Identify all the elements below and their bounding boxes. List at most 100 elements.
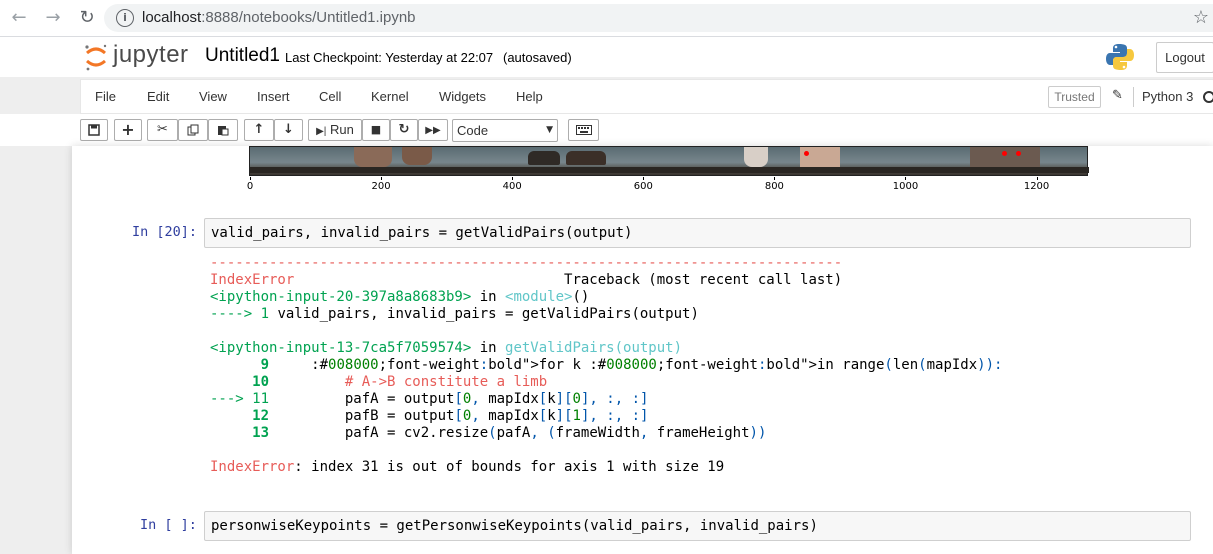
plus-icon: + xyxy=(121,120,135,139)
line-number: 9 xyxy=(210,357,278,373)
x-axis-tick-label: 400 xyxy=(502,181,522,192)
x-axis-tick-label: 800 xyxy=(764,181,784,192)
back-arrow-icon[interactable]: ← xyxy=(8,8,30,28)
kernel-name: Python 3 xyxy=(1142,89,1194,104)
autosave-status: (autosaved) xyxy=(503,50,572,65)
traceback-output: ----------------------------------------… xyxy=(210,255,1002,476)
restart-icon: ↻ xyxy=(398,122,410,137)
move-up-button[interactable]: ↑ xyxy=(244,119,274,141)
caret-down-icon: ▼ xyxy=(546,125,553,135)
star-icon[interactable]: ☆ xyxy=(1193,7,1209,28)
menu-cell[interactable]: Cell xyxy=(319,89,341,104)
divider xyxy=(1133,87,1134,107)
line-number-current: ---> 11 xyxy=(210,391,278,407)
restart-button[interactable]: ↻ xyxy=(390,119,418,141)
pencil-icon[interactable]: ✎ xyxy=(1112,88,1123,103)
keypoint-marker xyxy=(804,151,809,156)
trusted-badge[interactable]: Trusted xyxy=(1048,86,1101,108)
image-region xyxy=(354,147,392,167)
traceback-label: Traceback (most recent call last) xyxy=(564,272,843,288)
x-axis-tick-label: 1000 xyxy=(892,181,919,192)
x-axis-tick xyxy=(905,177,907,180)
traceback-line: :#008000;font-weight:bold">for k :#00800… xyxy=(311,357,1003,373)
run-label: Run xyxy=(330,122,354,137)
traceback-separator: ----------------------------------------… xyxy=(210,255,843,271)
menu-kernel[interactable]: Kernel xyxy=(371,89,409,104)
traceback-comment: # A->B constitute a limb xyxy=(277,374,548,390)
traceback-frame-file: <ipython-input-13-7ca5f7059574> xyxy=(210,340,472,356)
arrow-up-icon: ↑ xyxy=(253,122,265,137)
paste-button[interactable] xyxy=(208,119,238,141)
error-name: IndexError xyxy=(210,459,295,475)
copy-button[interactable] xyxy=(178,119,208,141)
code-text[interactable]: valid_pairs, invalid_pairs = getValidPai… xyxy=(211,225,632,241)
code-cell-input[interactable]: valid_pairs, invalid_pairs = getValidPai… xyxy=(204,218,1191,248)
line-number: 12 xyxy=(210,408,278,424)
add-cell-button[interactable]: + xyxy=(114,119,142,141)
command-palette-button[interactable] xyxy=(568,119,599,141)
reload-icon[interactable]: ↻ xyxy=(76,8,98,28)
logout-button[interactable]: Logout xyxy=(1156,42,1213,73)
stop-button[interactable]: ■ xyxy=(362,119,390,141)
run-button[interactable]: ▶| Run xyxy=(308,119,362,141)
url-text[interactable]: localhost:8888/notebooks/Untitled1.ipynb xyxy=(142,9,416,26)
move-down-button[interactable]: ↓ xyxy=(274,119,303,141)
cell-type-select[interactable]: Code ▼ xyxy=(452,119,558,142)
browser-toolbar: ← → ↻ i localhost:8888/notebooks/Untitle… xyxy=(0,0,1213,37)
paste-icon xyxy=(218,126,229,136)
jupyter-logo-icon[interactable] xyxy=(84,43,108,71)
code-cell-input[interactable]: personwiseKeypoints = getPersonwiseKeypo… xyxy=(204,511,1191,541)
x-axis-tick xyxy=(774,177,776,180)
traceback-line: pafB = output[0, mapIdx[k][1], :, :] xyxy=(277,408,649,424)
restart-run-all-button[interactable]: ▶▶ xyxy=(418,119,448,141)
traceback-frame-file: <ipython-input-20-397a8a8683b9> xyxy=(210,289,472,305)
info-icon[interactable]: i xyxy=(116,9,134,27)
menu-file[interactable]: File xyxy=(95,89,116,104)
traceback-in: in xyxy=(471,340,506,356)
image-region xyxy=(566,151,606,165)
x-axis-tick-label: 600 xyxy=(633,181,653,192)
keypoint-marker xyxy=(1016,151,1021,156)
jupyter-logo-text[interactable]: jupyter xyxy=(113,41,189,69)
image-region xyxy=(800,147,840,167)
save-button[interactable] xyxy=(80,119,108,141)
menu-insert[interactable]: Insert xyxy=(257,89,290,104)
notebook-name[interactable]: Untitled1 xyxy=(205,45,280,67)
image-region xyxy=(250,167,1089,173)
forward-arrow-icon[interactable]: → xyxy=(42,8,64,28)
x-axis-tick-label: 0 xyxy=(246,181,254,192)
line-number: 10 xyxy=(210,374,278,390)
save-icon xyxy=(88,124,100,136)
checkpoint-status: Last Checkpoint: Yesterday at 22:07 xyxy=(285,50,494,65)
menu-help[interactable]: Help xyxy=(516,89,543,104)
stop-icon: ■ xyxy=(370,123,382,136)
notebook-header: jupyter Untitled1 Last Checkpoint: Yeste… xyxy=(0,37,1213,77)
traceback-paren: () xyxy=(572,289,590,305)
menu-edit[interactable]: Edit xyxy=(147,89,169,104)
menu-view[interactable]: View xyxy=(199,89,227,104)
cut-button[interactable]: ✂ xyxy=(147,119,178,141)
image-region xyxy=(402,147,432,165)
image-region xyxy=(744,147,768,167)
x-axis-tick xyxy=(1036,177,1038,180)
notebook-toolbar: + ✂ ↑ ↓ ▶| Run ■ ↻ ▶▶ Code ▼ xyxy=(0,114,1213,146)
cut-icon: ✂ xyxy=(157,122,168,137)
menu-widgets[interactable]: Widgets xyxy=(439,89,486,104)
image-region xyxy=(528,151,560,165)
x-axis-tick-label: 200 xyxy=(371,181,391,192)
cell-type-value: Code xyxy=(457,123,489,138)
cell-prompt: In [ ]: xyxy=(140,517,197,533)
keypoint-marker xyxy=(1002,151,1007,156)
kernel-idle-icon xyxy=(1203,91,1213,103)
python-logo-icon xyxy=(1106,44,1134,70)
traceback-line: pafA = cv2.resize(pafA, (frameWidth, fra… xyxy=(277,425,767,441)
error-name: IndexError xyxy=(210,272,295,288)
code-text[interactable]: personwiseKeypoints = getPersonwiseKeypo… xyxy=(211,518,818,534)
menubar: File Edit View Insert Cell Kernel Widget… xyxy=(80,79,1213,114)
keyboard-icon xyxy=(575,125,592,135)
x-axis-tick-label: 1200 xyxy=(1023,181,1050,192)
traceback-function: getValidPairs(output) xyxy=(505,340,683,356)
traceback-line: valid_pairs, invalid_pairs = getValidPai… xyxy=(277,306,699,322)
x-axis-tick xyxy=(512,177,514,180)
address-bar[interactable]: i localhost:8888/notebooks/Untitled1.ipy… xyxy=(104,4,1213,32)
